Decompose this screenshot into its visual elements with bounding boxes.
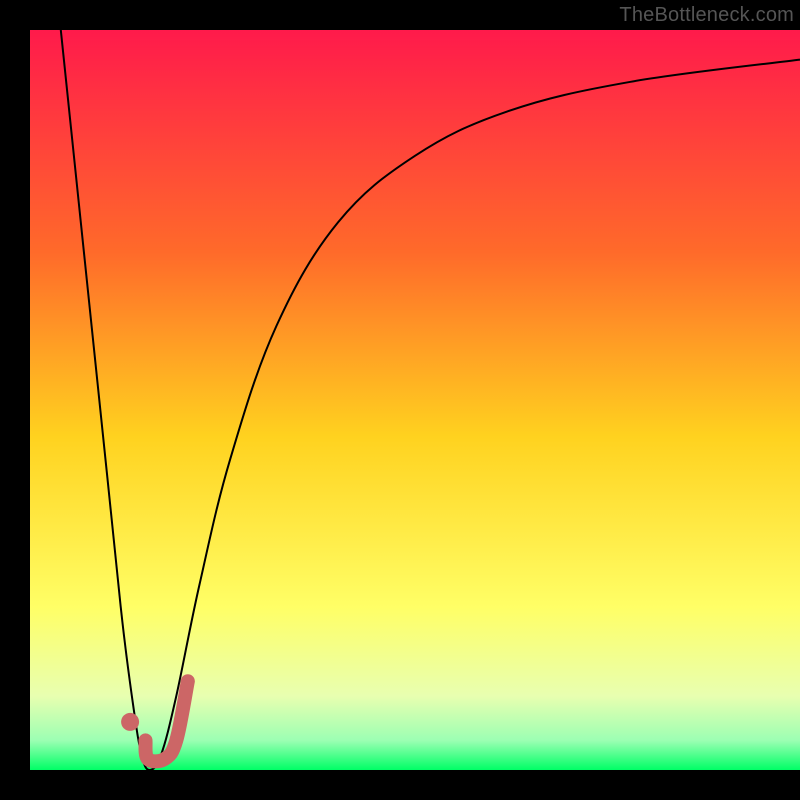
watermark-text: TheBottleneck.com bbox=[619, 4, 794, 27]
bottleneck-chart bbox=[30, 30, 800, 770]
marker-dot bbox=[121, 713, 139, 731]
plot-area bbox=[30, 30, 800, 770]
chart-frame: TheBottleneck.com bbox=[0, 0, 800, 800]
gradient-background bbox=[30, 30, 800, 770]
